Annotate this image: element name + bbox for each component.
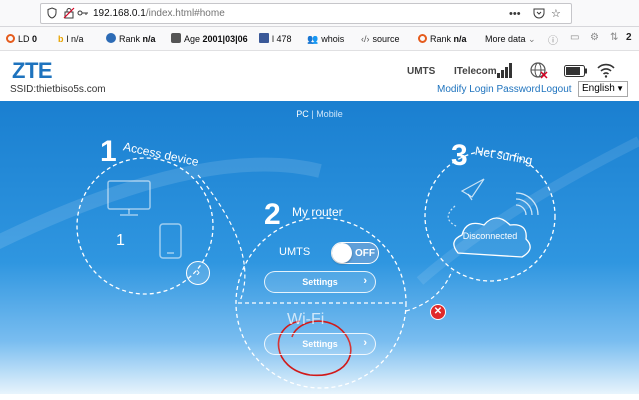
more-data-label: More data — [485, 34, 526, 44]
phone-device-icon — [159, 223, 182, 259]
share-icon[interactable]: ⇅ — [610, 32, 618, 43]
roaming-globe-icon — [530, 62, 548, 79]
wifi-settings-button[interactable]: Settings › — [264, 333, 376, 355]
step-2-label: My router — [292, 205, 343, 219]
age-label: Age — [184, 34, 201, 44]
rank1-value: n/a — [142, 34, 156, 44]
bottom-strip — [0, 394, 639, 400]
wifi-label: Wi-Fi — [287, 311, 325, 328]
more-data-dropdown[interactable]: More data ⌄ — [485, 33, 536, 45]
umts-settings-button[interactable]: Settings › — [264, 271, 376, 293]
seo-toolbar: LD 0 bl n/a Rank n/a Age 2001|03|06 l 47… — [0, 27, 639, 51]
step-2-number: 2 — [264, 198, 281, 231]
rank-item-2[interactable]: Rank n/a — [418, 33, 467, 45]
connection-status: Disconnected — [462, 231, 518, 241]
rank-icon — [106, 33, 116, 43]
wifi-settings-label: Settings — [302, 339, 338, 349]
battery-icon — [564, 65, 587, 77]
b-value: l n/a — [66, 34, 84, 44]
url-host: 192.168.0.1 — [93, 8, 146, 19]
umts-toggle[interactable]: OFF — [331, 242, 379, 264]
insecure-connection-icon[interactable] — [63, 7, 75, 24]
settings-icon[interactable]: ⚙ — [590, 32, 599, 43]
source-item[interactable]: ‹/› source — [361, 33, 400, 45]
browser-url-bar: 192.168.0.1/index.html#home ••• ☆ — [0, 0, 639, 27]
pocket-icon[interactable] — [533, 7, 545, 23]
ld-value: 0 — [32, 34, 38, 44]
whois-label: whois — [321, 34, 345, 44]
rank-item-1[interactable]: Rank n/a — [106, 33, 156, 45]
disconnect-status-icon[interactable]: ✕ — [430, 304, 446, 320]
dashboard-canvas: PC | Mobile 1 Access device 2 My router … — [0, 101, 639, 394]
whois-item[interactable]: 👥 whois — [307, 33, 344, 45]
address-bar[interactable]: 192.168.0.1/index.html#home ••• ☆ — [40, 3, 572, 24]
step-3-number: 3 — [451, 139, 468, 172]
bookmark-star-icon[interactable]: ☆ — [551, 7, 561, 21]
logout-link[interactable]: Logout — [541, 84, 572, 95]
router-header: ZTE SSID:thietbiso5s.com UMTS ITelecom M… — [0, 51, 639, 101]
ld-icon — [6, 34, 15, 43]
chevron-down-icon: ⌄ — [528, 34, 536, 44]
language-value: English — [582, 83, 615, 94]
step-3-label: Net surfing — [474, 144, 534, 168]
facebook-value: l 478 — [272, 34, 292, 44]
notification-count[interactable]: 2 — [626, 32, 632, 43]
facebook-icon — [259, 33, 269, 43]
umts-settings-label: Settings — [302, 277, 338, 287]
url-text[interactable]: 192.168.0.1/index.html#home — [93, 8, 225, 19]
whois-icon: 👥 — [307, 34, 319, 44]
ssid-label: SSID:thietbiso5s.com — [10, 84, 106, 95]
step-1-label: Access device — [122, 139, 200, 169]
age-icon — [171, 33, 181, 43]
chevron-right-icon: › — [363, 275, 367, 287]
devices-next-button[interactable]: › — [186, 261, 210, 285]
toggle-knob — [332, 243, 352, 263]
signal-strength-icon — [497, 63, 512, 78]
permissions-icon[interactable] — [77, 7, 89, 24]
more-actions-icon[interactable]: ••• — [509, 7, 521, 21]
shield-icon[interactable] — [47, 7, 57, 24]
rank2-icon — [418, 34, 427, 43]
language-select[interactable]: English ▼ — [578, 81, 628, 97]
bing-icon: b — [58, 34, 64, 44]
facebook-item[interactable]: l 478 — [259, 33, 292, 45]
ld-label: LD — [18, 34, 30, 44]
age-item[interactable]: Age 2001|03|06 — [171, 33, 248, 45]
age-value: 2001|03|06 — [202, 34, 248, 44]
chevron-down-icon: ▼ — [616, 84, 624, 93]
code-icon: ‹/› — [361, 34, 370, 44]
info-icon[interactable]: ⓘ — [548, 32, 558, 47]
b-item[interactable]: bl n/a — [58, 33, 84, 45]
monitor-icon[interactable]: ▭ — [570, 32, 579, 43]
rank1-label: Rank — [119, 34, 141, 44]
ld-item[interactable]: LD 0 — [6, 33, 37, 45]
network-type: UMTS — [407, 66, 436, 77]
paper-plane-icon — [447, 178, 485, 228]
zte-logo: ZTE — [12, 58, 53, 83]
umts-label: UMTS — [279, 246, 311, 258]
device-count: 1 — [116, 232, 125, 249]
url-path: /index.html#home — [145, 8, 225, 19]
rank2-label: Rank — [430, 34, 452, 44]
source-label: source — [372, 34, 400, 44]
toggle-state: OFF — [355, 248, 375, 259]
wifi-signal-icon — [597, 63, 615, 78]
rank2-value: n/a — [453, 34, 467, 44]
operator-name: ITelecom — [454, 66, 497, 77]
step-1-number: 1 — [100, 135, 117, 168]
modify-password-link[interactable]: Modify Login Password — [437, 84, 540, 95]
chevron-right-icon: › — [363, 337, 367, 349]
